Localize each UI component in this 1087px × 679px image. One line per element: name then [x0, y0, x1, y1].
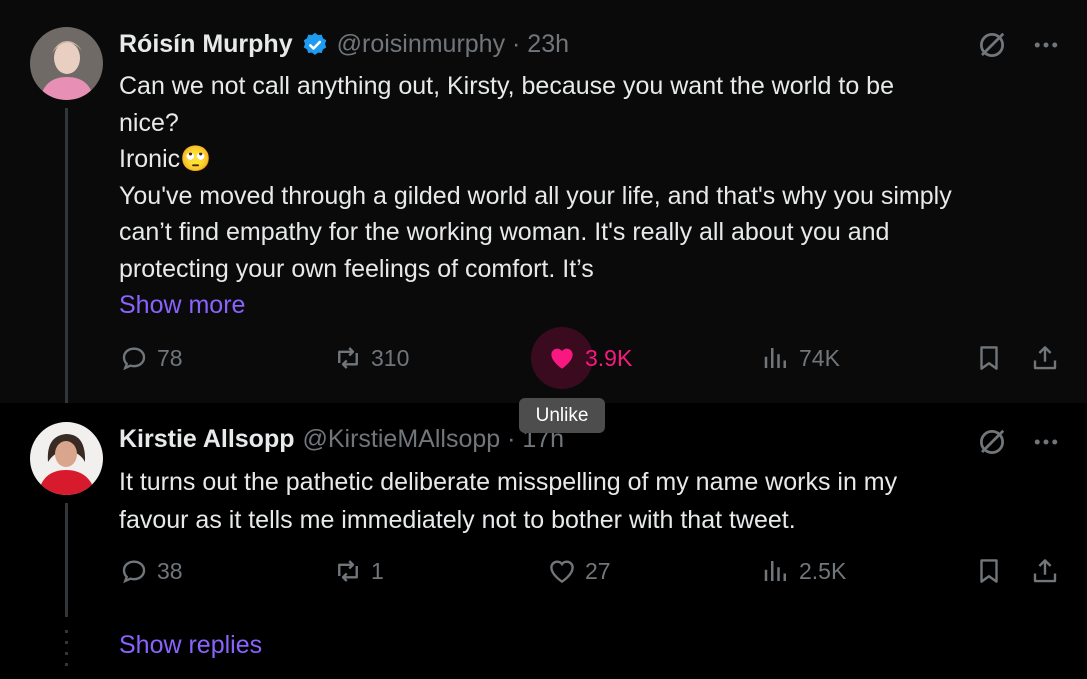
author-handle-time[interactable]: @roisinmurphy · 23h [337, 30, 569, 59]
tweet-line: protecting your own feelings of comfort.… [119, 254, 594, 283]
like-count: 3.9K [585, 344, 633, 371]
heart-icon [550, 560, 574, 584]
grok-icon[interactable] [977, 427, 1007, 457]
reply-button[interactable]: 78 [119, 343, 183, 373]
reply-button[interactable]: 38 [119, 556, 183, 586]
more-icon[interactable] [1031, 427, 1061, 457]
tweet-line: Ironic🙄 [119, 145, 212, 173]
show-more-link[interactable]: Show more [119, 287, 1069, 324]
tweet-text: Can we not call anything out, Kirsty, be… [119, 68, 1069, 324]
reply-icon [122, 560, 146, 584]
more-icon[interactable] [1031, 30, 1061, 60]
tweet-actions: 78 310 3.9K 74K [0, 327, 1087, 389]
share-button[interactable] [1030, 556, 1060, 586]
tweet-line: It turns out the pathetic deliberate mis… [119, 468, 898, 496]
thread-dots [65, 630, 68, 666]
like-button[interactable]: 27 [547, 556, 611, 586]
views-count: 2.5K [799, 557, 847, 584]
views-icon [764, 561, 786, 581]
tweet-line: nice? [119, 108, 179, 137]
show-replies-link[interactable]: Show replies [119, 631, 262, 660]
reply-icon [122, 347, 146, 371]
repost-count: 310 [371, 344, 410, 371]
heart-icon [551, 348, 573, 369]
bookmark-icon [980, 346, 998, 370]
views-button[interactable]: 2.5K [761, 556, 846, 586]
avatar[interactable] [30, 27, 103, 100]
tweet-line: can’t find empathy for the working woman… [119, 218, 890, 246]
like-button[interactable]: 3.9K [531, 327, 633, 389]
like-count: 27 [585, 557, 611, 584]
tweet-line: You've moved through a gilded world all … [119, 181, 952, 210]
tweet-line: favour as it tells me immediately not to… [119, 506, 796, 534]
avatar[interactable] [30, 422, 103, 495]
grok-icon[interactable] [977, 30, 1007, 60]
tweet-text: It turns out the pathetic deliberate mis… [119, 463, 1069, 539]
bookmark-button[interactable] [974, 556, 1004, 586]
views-button[interactable]: 74K [761, 343, 840, 373]
unlike-tooltip: Unlike [519, 398, 605, 433]
author-name[interactable]: Róisín Murphy [119, 30, 293, 59]
tweet-roisin-murphy[interactable]: Róisín Murphy @roisinmurphy · 23h Can we… [0, 0, 1087, 403]
tweet-line: Can we not call anything out, Kirsty, be… [119, 72, 894, 100]
repost-button[interactable]: 310 [333, 343, 409, 373]
share-button[interactable] [1030, 343, 1060, 373]
repost-icon [338, 560, 358, 582]
repost-icon [338, 347, 358, 369]
reply-count: 78 [157, 344, 183, 371]
views-icon [764, 348, 786, 368]
share-icon [1033, 346, 1057, 370]
bookmark-icon [980, 559, 998, 583]
bookmark-button[interactable] [974, 343, 1004, 373]
repost-button[interactable]: 1 [333, 556, 384, 586]
repost-count: 1 [371, 557, 384, 584]
views-count: 74K [799, 344, 840, 371]
verified-badge-icon [303, 32, 326, 55]
reply-count: 38 [157, 557, 183, 584]
share-icon [1033, 559, 1057, 583]
author-name[interactable]: Kirstie Allsopp [119, 425, 295, 454]
tweet-actions: 38 1 27 2.5K [0, 556, 1087, 596]
